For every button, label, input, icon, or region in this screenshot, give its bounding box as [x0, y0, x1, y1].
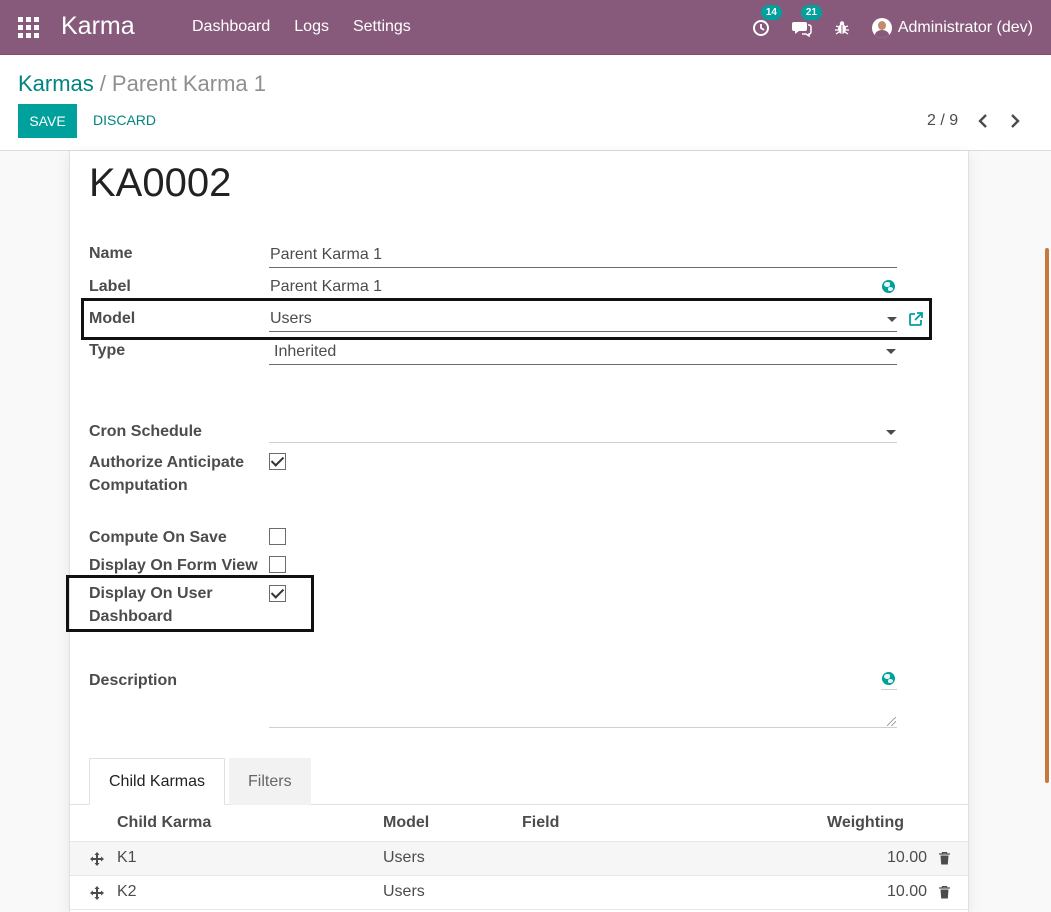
table-row[interactable]: K1 Users 10.00	[70, 842, 968, 876]
row-model: Users	[383, 883, 425, 900]
drag-handle-icon[interactable]	[90, 852, 104, 866]
cron-label: Cron Schedule	[89, 423, 202, 440]
control-panel: Karmas / Parent Karma 1 SAVE DISCARD 2 / 9	[0, 55, 1051, 151]
tab-child-karmas[interactable]: Child Karmas	[89, 758, 226, 805]
row-weighting: 10.00	[887, 883, 928, 900]
activity-count-badge: 14	[760, 4, 782, 20]
bug-icon	[834, 20, 849, 35]
description-textarea[interactable]	[269, 690, 897, 728]
compute-save-checkbox[interactable]	[269, 528, 286, 545]
trash-icon[interactable]	[939, 886, 950, 899]
type-dropdown-caret-icon[interactable]	[886, 349, 896, 354]
main-menu: Dashboard Logs Settings	[192, 18, 411, 36]
name-field[interactable]: Parent Karma 1	[269, 244, 897, 268]
display-form-checkbox[interactable]	[269, 556, 286, 573]
user-name: Administrator (dev)	[897, 18, 1033, 36]
avatar	[871, 17, 892, 38]
form-sheet: KA0002 Name Parent Karma 1 Label Parent …	[66, 151, 969, 912]
anticipate-checkbox[interactable]	[269, 453, 286, 470]
top-navbar: Karma Dashboard Logs Settings 14 21 Admi…	[0, 0, 1051, 55]
drag-handle-icon[interactable]	[90, 886, 104, 900]
row-child-karma: K1	[117, 849, 137, 866]
column-child-karma[interactable]: Child Karma	[117, 814, 211, 832]
cron-schedule-field[interactable]	[269, 419, 897, 443]
anticipate-label-line2: Computation	[89, 477, 188, 494]
chat-icon	[791, 21, 812, 37]
resize-grip-icon[interactable]	[887, 717, 896, 726]
model-highlight-box	[81, 298, 932, 340]
display-form-label: Display On Form View	[89, 557, 258, 574]
messages-button[interactable]: 21	[791, 4, 822, 37]
debug-button[interactable]	[834, 20, 850, 36]
row-model: Users	[383, 849, 425, 866]
cron-dropdown-caret-icon[interactable]	[886, 430, 896, 435]
table-header: Child Karma Model Field Weighting	[70, 805, 968, 842]
table-row[interactable]: K2 Users 10.00	[70, 876, 968, 910]
translate-globe-icon[interactable]	[882, 280, 895, 293]
menu-item-logs[interactable]: Logs	[294, 18, 329, 36]
breadcrumb-current: Parent Karma 1	[111, 71, 266, 96]
description-translate-globe-icon[interactable]	[882, 672, 895, 685]
pager-next-icon[interactable]	[1005, 111, 1025, 131]
label-field[interactable]: Parent Karma 1	[269, 276, 897, 300]
type-label: Type	[89, 342, 126, 359]
menu-item-settings[interactable]: Settings	[353, 18, 411, 36]
label-label: Label	[89, 278, 131, 295]
compute-save-label: Compute On Save	[89, 529, 227, 546]
activity-button[interactable]: 14	[752, 4, 782, 37]
user-menu[interactable]: Administrator (dev)	[871, 17, 1033, 38]
save-button[interactable]: SAVE	[18, 104, 77, 138]
record-title: KA0002	[89, 161, 232, 205]
name-label: Name	[89, 245, 133, 262]
type-select[interactable]: Inherited	[269, 341, 897, 365]
scrollbar-thumb[interactable]	[1045, 248, 1049, 783]
row-child-karma: K2	[117, 883, 137, 900]
systray: 14 21 Administrator (dev)	[752, 0, 1033, 55]
menu-item-dashboard[interactable]: Dashboard	[192, 18, 270, 36]
pager-previous-icon[interactable]	[973, 111, 993, 131]
column-field[interactable]: Field	[522, 814, 559, 832]
breadcrumb-separator: /	[99, 71, 106, 96]
dashboard-highlight-box	[66, 575, 314, 632]
breadcrumb: Karmas / Parent Karma 1	[18, 71, 266, 97]
discard-button[interactable]: DISCARD	[93, 112, 156, 128]
row-weighting: 10.00	[887, 849, 928, 866]
notebook-tabs: Child Karmas Filters	[89, 758, 311, 805]
description-label: Description	[89, 672, 178, 689]
anticipate-label-line1: Authorize Anticipate	[89, 454, 244, 471]
trash-icon[interactable]	[939, 852, 950, 865]
tab-filters[interactable]: Filters	[229, 758, 311, 805]
apps-menu-icon[interactable]	[18, 17, 39, 38]
column-model[interactable]: Model	[383, 814, 429, 832]
app-brand[interactable]: Karma	[61, 12, 135, 41]
breadcrumb-karmas-link[interactable]: Karmas	[18, 71, 94, 96]
messages-count-badge: 21	[800, 4, 822, 20]
clock-icon	[752, 19, 769, 36]
column-weighting[interactable]: Weighting	[827, 814, 904, 832]
pager-value[interactable]: 2 / 9	[927, 112, 958, 130]
